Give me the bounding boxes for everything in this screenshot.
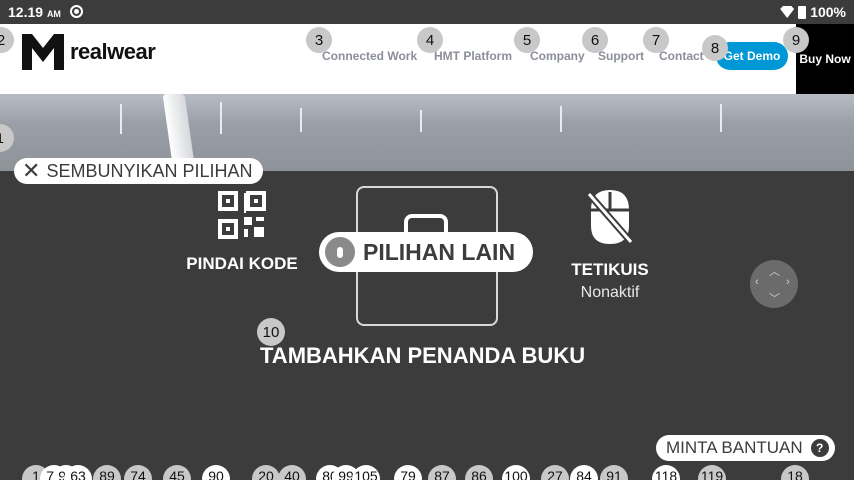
label-badge[interactable]: 40 xyxy=(278,465,306,480)
help-label: MINTA BANTUAN xyxy=(666,438,803,457)
wifi-icon xyxy=(780,6,795,18)
bottom-label-badges: 1 76 98 63 89 74 45 90 20 40 80 99 105 7… xyxy=(0,465,854,480)
label-badge[interactable]: 27 xyxy=(541,465,569,480)
chevron-down-icon: ﹀ xyxy=(769,293,780,305)
label-badge[interactable]: 84 xyxy=(570,465,598,480)
label-badge[interactable]: 74 xyxy=(124,465,152,480)
label-badge[interactable]: 89 xyxy=(93,465,121,480)
label-badge[interactable]: 105 xyxy=(352,465,380,480)
mouse-off-icon xyxy=(587,190,633,245)
nav-connected-work[interactable]: Connected Work xyxy=(322,49,417,63)
label-badge: 2 xyxy=(0,27,14,53)
chevron-left-icon: ‹ xyxy=(755,276,759,288)
label-badge[interactable]: 118 xyxy=(652,465,680,480)
webpage: realwear 2 3 Connected Work 4 HMT Platfo… xyxy=(0,24,854,171)
scroll-navigation-control[interactable]: ︿ ‹ › ﹀ xyxy=(750,260,798,308)
label-badge[interactable]: 100 xyxy=(502,465,530,480)
nav-contact[interactable]: Contact xyxy=(659,49,704,63)
label-badge[interactable]: 79 xyxy=(394,465,422,480)
more-options-label: PILIHAN LAIN xyxy=(363,238,516,265)
qr-code-icon xyxy=(218,191,266,239)
hide-options-label: SEMBUNYIKAN PILIHAN xyxy=(46,160,253,181)
chevron-up-icon: ︿ xyxy=(769,266,780,278)
label-badge[interactable]: 90 xyxy=(202,465,230,480)
mouse-option[interactable]: TETIKUIS Nonaktif xyxy=(560,188,660,302)
turbine-shape xyxy=(220,102,222,134)
demo-badge: 8 xyxy=(702,35,728,61)
clock: 12.19 AM xyxy=(8,4,61,20)
buy-badge: 9 xyxy=(783,27,809,53)
label-badge[interactable]: 119 xyxy=(698,465,726,480)
site-logo[interactable]: realwear xyxy=(22,34,156,70)
status-bar: 12.19 AM 100% xyxy=(0,0,854,24)
turbine-shape xyxy=(300,108,302,132)
hide-options-button[interactable]: ✕ SEMBUNYIKAN PILIHAN xyxy=(14,158,263,184)
battery-level: 100% xyxy=(810,4,846,20)
mouse-label: TETIKUIS xyxy=(571,260,649,279)
label-badge[interactable]: 91 xyxy=(600,465,628,480)
chevron-right-icon: › xyxy=(786,276,790,288)
scan-code-option[interactable]: PINDAI KODE xyxy=(186,190,298,274)
label-badge[interactable]: 63 xyxy=(64,465,92,480)
add-bookmark-button[interactable]: TAMBAHKAN PENANDA BUKU xyxy=(260,343,585,369)
label-badge[interactable]: 86 xyxy=(465,465,493,480)
turbine-shape xyxy=(720,104,722,132)
mouse-state: Nonaktif xyxy=(580,284,640,301)
realwear-logo-icon xyxy=(22,34,64,70)
help-button[interactable]: MINTA BANTUAN ? xyxy=(656,435,835,461)
turbine-shape xyxy=(420,110,422,132)
scan-code-label: PINDAI KODE xyxy=(186,254,298,273)
sync-icon xyxy=(70,5,83,18)
bookmark-badge: 10 xyxy=(257,318,285,346)
nav-hmt-platform[interactable]: HMT Platform xyxy=(434,49,512,63)
logo-text: realwear xyxy=(70,39,156,64)
close-icon: ✕ xyxy=(22,158,41,183)
hero-badge: 1 xyxy=(0,124,14,152)
microphone-icon xyxy=(325,237,355,267)
turbine-shape xyxy=(120,104,122,134)
help-icon: ? xyxy=(810,439,829,457)
label-badge[interactable]: 20 xyxy=(252,465,280,480)
more-options-button[interactable]: PILIHAN LAIN xyxy=(319,232,533,272)
battery-icon xyxy=(798,5,807,19)
label-badge[interactable]: 87 xyxy=(428,465,456,480)
site-header: realwear 2 3 Connected Work 4 HMT Platfo… xyxy=(0,24,854,94)
turbine-shape xyxy=(560,106,562,132)
nav-company[interactable]: Company xyxy=(530,49,585,63)
status-right: 100% xyxy=(780,4,846,20)
nav-support[interactable]: Support xyxy=(598,49,644,63)
label-badge[interactable]: 45 xyxy=(163,465,191,480)
label-badge[interactable]: 18 xyxy=(781,465,809,480)
